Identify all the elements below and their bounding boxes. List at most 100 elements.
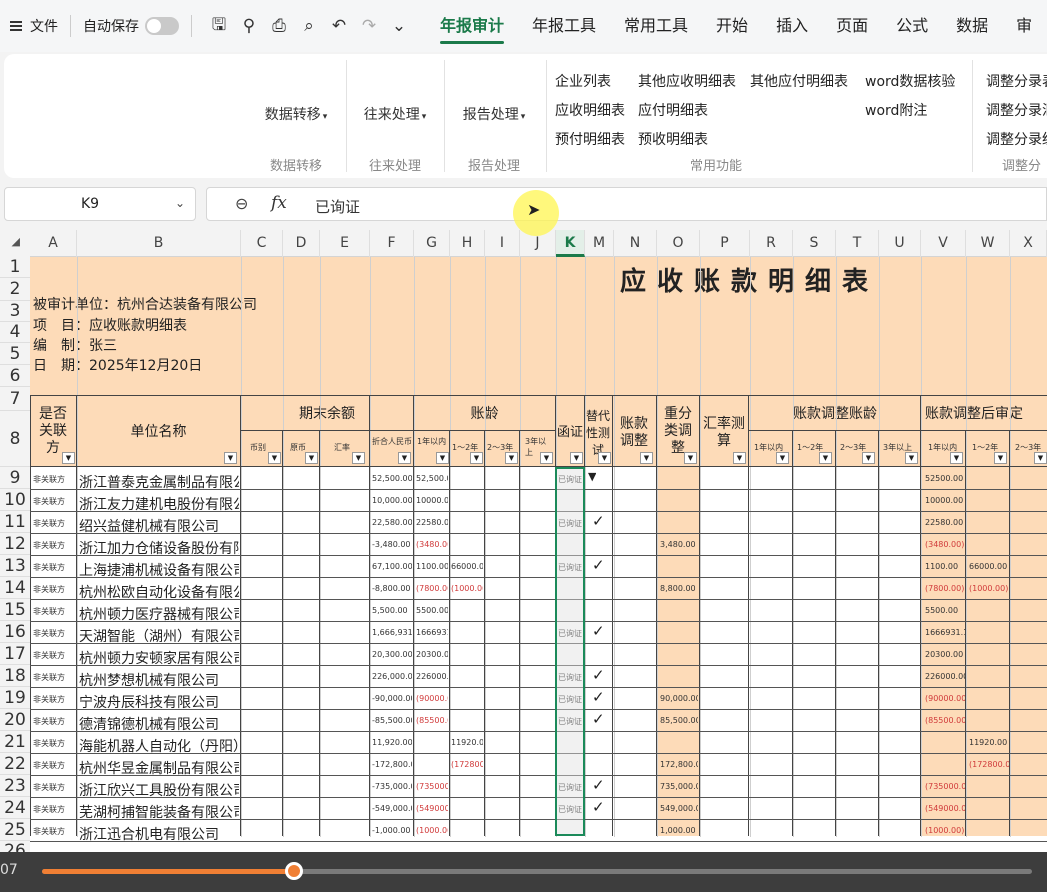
row-header-10[interactable]: 10 [0, 489, 30, 511]
unit-name-cell[interactable]: 芜湖柯捕智能装备有限公司 [79, 802, 239, 822]
audited-1y-cell[interactable]: 10000.00 [925, 496, 965, 505]
row-header-14[interactable]: 14 [0, 577, 30, 599]
unit-name-cell[interactable]: 海能机器人自动化（丹阳）有限公司 [79, 736, 239, 756]
adjusting-stats-button[interactable]: 调整分录统 [986, 129, 1047, 149]
row-header-6[interactable]: 6 [0, 365, 30, 387]
column-header-w[interactable]: W [966, 230, 1010, 257]
filter-dropdown-icon[interactable]: ▼ [570, 452, 583, 464]
print-preview-icon[interactable]: ⌕ [294, 16, 324, 36]
row-header-4[interactable]: 4 [0, 322, 30, 343]
audited-1y-cell[interactable]: 1100.00 [925, 562, 965, 571]
audited-1-2y-cell[interactable]: 11920.00 [969, 738, 1009, 747]
filter-dropdown-icon[interactable]: ▼ [905, 452, 918, 464]
row-header-1[interactable]: 1 [0, 257, 30, 278]
aging-1y-cell[interactable]: 1100.00 [416, 562, 448, 571]
aging-1-2y-cell[interactable]: 11920.00 [451, 738, 483, 747]
main-menu-button[interactable]: 文件 [0, 16, 58, 36]
rmb-amount-cell[interactable]: 20,300.00 [372, 650, 412, 659]
aging-1y-cell[interactable]: (1000.00) [416, 826, 448, 835]
filter-dropdown-icon[interactable]: ▼ [776, 452, 789, 464]
video-progress-knob[interactable] [285, 862, 304, 880]
filter-dropdown-icon[interactable]: ▼ [733, 452, 746, 464]
unit-name-cell[interactable]: 浙江友力建机电股份有限公司 [79, 494, 239, 514]
column-header-p[interactable]: P [700, 230, 750, 257]
share-icon[interactable]: ⚲ [234, 16, 264, 36]
row-header-18[interactable]: 18 [0, 665, 30, 687]
unit-name-cell[interactable]: 浙江加力仓储设备股份有限公司 [79, 538, 239, 558]
aging-1y-cell[interactable]: 226000.00 [416, 672, 448, 681]
reclass-cell[interactable]: 549,000.00 [660, 804, 698, 813]
aging-1y-cell[interactable]: (549000.00) [416, 804, 448, 813]
print-icon[interactable]: ⎙ [264, 16, 294, 36]
related-cell[interactable]: 非关联方 [33, 694, 75, 705]
filter-dropdown-icon[interactable]: ▼ [268, 452, 281, 464]
unit-name-cell[interactable]: 杭州顿力医疗器械有限公司 [79, 604, 239, 624]
reclass-cell[interactable]: 735,000.00 [660, 782, 698, 791]
unit-name-cell[interactable]: 杭州华昱金属制品有限公司 [79, 758, 239, 778]
row-header-22[interactable]: 22 [0, 753, 30, 775]
related-cell[interactable]: 非关联方 [33, 738, 75, 749]
unit-name-cell[interactable]: 浙江普泰克金属制品有限公司 [79, 472, 239, 492]
row-header-3[interactable]: 3 [0, 301, 30, 322]
unit-name-cell[interactable]: 浙江欣兴工具股份有限公司 [79, 780, 239, 800]
word-notes-button[interactable]: word附注 [865, 100, 927, 120]
audited-1y-cell[interactable]: 226000.00 [925, 672, 965, 681]
company-list-button[interactable]: 企业列表 [555, 71, 611, 91]
receivables-button[interactable]: 应收明细表 [555, 100, 625, 120]
unit-name-cell[interactable]: 德清锦德机械有限公司 [79, 714, 239, 734]
row-header-12[interactable]: 12 [0, 533, 30, 555]
dropdown-arrow-icon[interactable]: ▼ [588, 470, 596, 483]
filter-dropdown-icon[interactable]: ▼ [436, 452, 449, 464]
audited-1y-cell[interactable]: (735000.00) [925, 782, 965, 791]
rmb-amount-cell[interactable]: -172,800.00 [372, 760, 412, 769]
rmb-amount-cell[interactable]: 67,100.00 [372, 562, 412, 571]
test-check-icon[interactable]: ✓ [592, 622, 610, 640]
unit-name-cell[interactable]: 宁波舟辰科技有限公司 [79, 692, 239, 712]
test-check-icon[interactable]: ✓ [592, 798, 610, 816]
row-header-2[interactable]: 2 [0, 278, 30, 301]
row-header-15[interactable]: 15 [0, 599, 30, 621]
filter-dropdown-icon[interactable]: ▼ [684, 452, 697, 464]
column-header-f[interactable]: F [370, 230, 414, 257]
unit-name-cell[interactable]: 天湖智能（湖州）有限公司 [79, 626, 239, 646]
reclass-cell[interactable]: 1,000.00 [660, 826, 698, 835]
tab-home[interactable]: 开始 [702, 0, 762, 52]
column-header-g[interactable]: G [414, 230, 450, 257]
tab-common-tools[interactable]: 常用工具 [610, 0, 702, 52]
tab-formula[interactable]: 公式 [882, 0, 942, 52]
audited-1y-cell[interactable]: (7800.00) [925, 584, 965, 593]
column-header-r[interactable]: R [750, 230, 793, 257]
column-header-h[interactable]: H [450, 230, 485, 257]
related-cell[interactable]: 非关联方 [33, 584, 75, 595]
audited-1y-cell[interactable]: (1000.00) [925, 826, 965, 835]
unit-name-cell[interactable]: 杭州顿力安顿家居有限公司 [79, 648, 239, 668]
filter-dropdown-icon[interactable]: ▼ [305, 452, 318, 464]
aging-1y-cell[interactable]: (735000.00) [416, 782, 448, 791]
aging-1-2y-cell[interactable]: 66000.00 [451, 562, 483, 571]
test-check-icon[interactable]: ✓ [592, 666, 610, 684]
test-check-icon[interactable]: ✓ [592, 776, 610, 794]
filter-dropdown-icon[interactable]: ▼ [470, 452, 483, 464]
audited-1y-cell[interactable]: (3480.00) [925, 540, 965, 549]
reclass-cell[interactable]: 3,480.00 [660, 540, 698, 549]
audited-1y-cell[interactable]: (85500.00) [925, 716, 965, 725]
column-header-a[interactable]: A [30, 230, 77, 257]
filter-dropdown-icon[interactable]: ▼ [598, 452, 611, 464]
column-header-x[interactable]: X [1010, 230, 1047, 257]
aging-1y-cell[interactable]: 1666931.10 [416, 628, 448, 637]
rmb-amount-cell[interactable]: 11,920.00 [372, 738, 412, 747]
related-cell[interactable]: 非关联方 [33, 782, 75, 793]
row-header-16[interactable]: 16 [0, 621, 30, 643]
rmb-amount-cell[interactable]: -8,800.00 [372, 584, 412, 593]
rmb-amount-cell[interactable]: 1,666,931.10 [372, 628, 412, 637]
row-header-24[interactable]: 24 [0, 797, 30, 819]
reclass-cell[interactable]: 90,000.00 [660, 694, 698, 703]
rmb-amount-cell[interactable]: -549,000.00 [372, 804, 412, 813]
test-check-icon[interactable]: ✓ [592, 688, 610, 706]
column-header-o[interactable]: O [657, 230, 700, 257]
column-header-d[interactable]: D [283, 230, 320, 257]
reconciliation-dropdown[interactable]: 往来处理 ▾ [346, 104, 444, 124]
tab-annual-audit[interactable]: 年报审计 [426, 0, 518, 52]
filter-dropdown-icon[interactable]: ▼ [862, 452, 875, 464]
row-header-13[interactable]: 13 [0, 555, 30, 577]
